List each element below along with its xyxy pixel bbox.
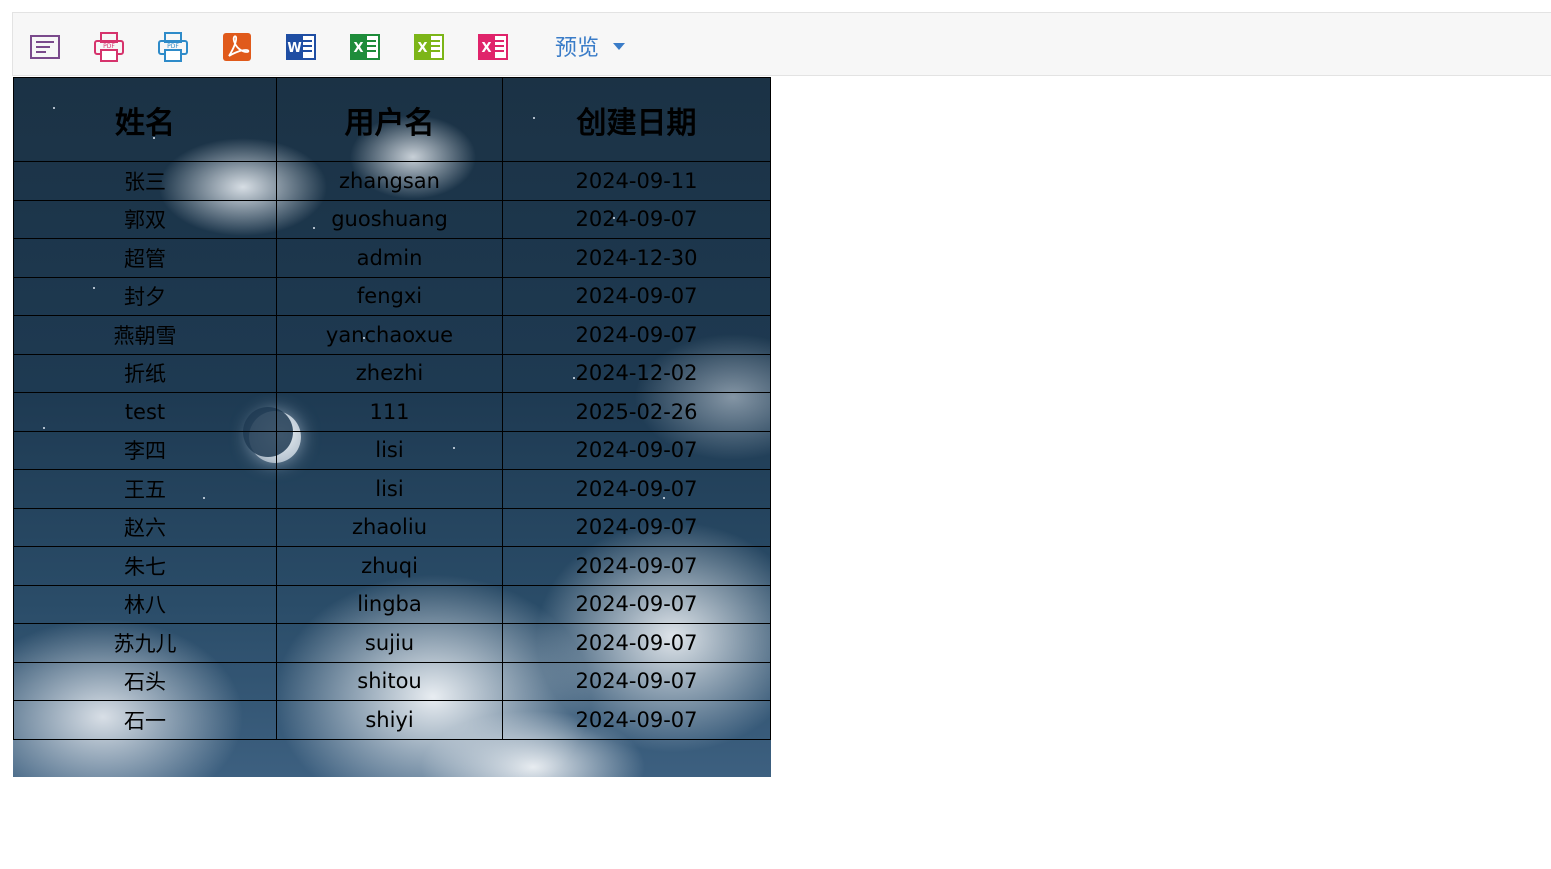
table-row: 郭双 guoshuang 2024-09-07 [13,199,771,239]
cell-name: test [13,392,277,432]
cell-username: zhangsan [276,161,503,201]
cell-created-date: 2025-02-26 [502,392,771,432]
cell-username: 111 [276,392,503,432]
cell-name: 石一 [13,700,277,740]
table-row: 王五 lisi 2024-09-07 [13,469,771,509]
header-name: 姓名 [13,77,277,162]
cell-created-date: 2024-09-07 [502,661,771,701]
cell-name: 李四 [13,430,277,470]
table-row: 林八 lingba 2024-09-07 [13,584,771,624]
table-row: 石一 shiyi 2024-09-07 [13,700,771,740]
cell-username: shitou [276,661,503,701]
cell-created-date: 2024-09-07 [502,430,771,470]
cell-created-date: 2024-09-07 [502,507,771,547]
svg-text:X: X [481,41,491,56]
table-row: 赵六 zhaoliu 2024-09-07 [13,507,771,547]
table-header-row: 姓名 用户名 创建日期 [13,77,771,162]
user-table: 姓名 用户名 创建日期 张三 zhangsan 2024-09-11 郭双 gu… [13,77,771,740]
table-row: 石头 shitou 2024-09-07 [13,661,771,701]
cell-name: 超管 [13,238,277,278]
cell-created-date: 2024-09-11 [502,161,771,201]
table-row: 朱七 zhuqi 2024-09-07 [13,546,771,586]
word-export-icon[interactable]: W [284,30,318,64]
cell-created-date: 2024-09-07 [502,199,771,239]
svg-text:W: W [287,41,301,56]
report-sheet: 姓名 用户名 创建日期 张三 zhangsan 2024-09-11 郭双 gu… [13,77,771,777]
cell-username: sujiu [276,623,503,663]
cell-username: zhezhi [276,353,503,393]
svg-text:PDF: PDF [103,43,115,50]
cell-username: lisi [276,469,503,509]
cell-name: 郭双 [13,199,277,239]
excel-export-icon[interactable]: X [476,30,510,64]
svg-text:X: X [353,41,363,56]
cell-username: fengxi [276,276,503,316]
pdf-print-icon[interactable]: PDF [92,30,126,64]
preview-label: 预览 [555,36,600,61]
cell-username: lingba [276,584,503,624]
table-row: 折纸 zhezhi 2024-12-02 [13,353,771,393]
cell-name: 封夕 [13,276,277,316]
print-preview-icon[interactable] [28,30,62,64]
cell-name: 苏九儿 [13,623,277,663]
cell-name: 林八 [13,584,277,624]
cell-created-date: 2024-09-07 [502,469,771,509]
cell-name: 折纸 [13,353,277,393]
table-row: 张三 zhangsan 2024-09-11 [13,161,771,201]
cell-name: 朱七 [13,546,277,586]
cell-name: 石头 [13,661,277,701]
cell-name: 张三 [13,161,277,201]
preview-dropdown-button[interactable]: 预览 [555,31,626,61]
cell-username: lisi [276,430,503,470]
table-row: test 111 2025-02-26 [13,392,771,432]
excel-export-icon[interactable]: X [412,30,446,64]
cell-created-date: 2024-09-07 [502,584,771,624]
cell-created-date: 2024-09-07 [502,623,771,663]
cell-name: 赵六 [13,507,277,547]
svg-text:PDF: PDF [167,43,179,50]
cell-created-date: 2024-09-07 [502,546,771,586]
cell-created-date: 2024-09-07 [502,276,771,316]
cell-username: guoshuang [276,199,503,239]
excel-export-icon[interactable]: X [348,30,382,64]
cell-name: 王五 [13,469,277,509]
pdf-print-icon[interactable]: PDF [156,30,190,64]
header-created-date: 创建日期 [502,77,771,162]
cell-username: shiyi [276,700,503,740]
pdf-export-icon[interactable] [220,30,254,64]
table-row: 封夕 fengxi 2024-09-07 [13,276,771,316]
cell-created-date: 2024-09-07 [502,315,771,355]
table-row: 苏九儿 sujiu 2024-09-07 [13,623,771,663]
cell-created-date: 2024-12-02 [502,353,771,393]
cell-created-date: 2024-12-30 [502,238,771,278]
cell-created-date: 2024-09-07 [502,700,771,740]
cell-name: 燕朝雪 [13,315,277,355]
svg-text:X: X [417,41,427,56]
cell-username: yanchaoxue [276,315,503,355]
table-row: 燕朝雪 yanchaoxue 2024-09-07 [13,315,771,355]
cell-username: admin [276,238,503,278]
header-username: 用户名 [276,77,503,162]
report-toolbar: PDF PDF W X X X 预览 [12,12,1551,76]
chevron-down-icon [613,42,626,50]
table-row: 李四 lisi 2024-09-07 [13,430,771,470]
cell-username: zhuqi [276,546,503,586]
table-row: 超管 admin 2024-12-30 [13,238,771,278]
cell-username: zhaoliu [276,507,503,547]
